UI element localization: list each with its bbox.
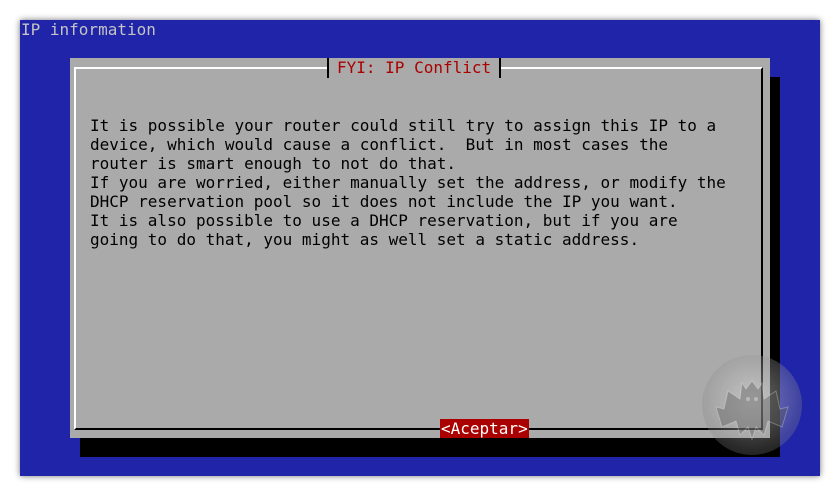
terminal-screen: IP information FYI: IP Conflict It is po… xyxy=(20,20,820,476)
bat-logo-icon xyxy=(702,355,802,455)
dialog-title: FYI: IP Conflict xyxy=(327,58,502,78)
message-dialog: FYI: IP Conflict It is possible your rou… xyxy=(70,58,770,438)
backtitle: IP information xyxy=(21,20,156,39)
dialog-message: It is possible your router could still t… xyxy=(90,116,726,249)
accept-button[interactable]: <Aceptar> xyxy=(440,419,529,438)
screenshot-frame: IP information FYI: IP Conflict It is po… xyxy=(0,0,840,496)
